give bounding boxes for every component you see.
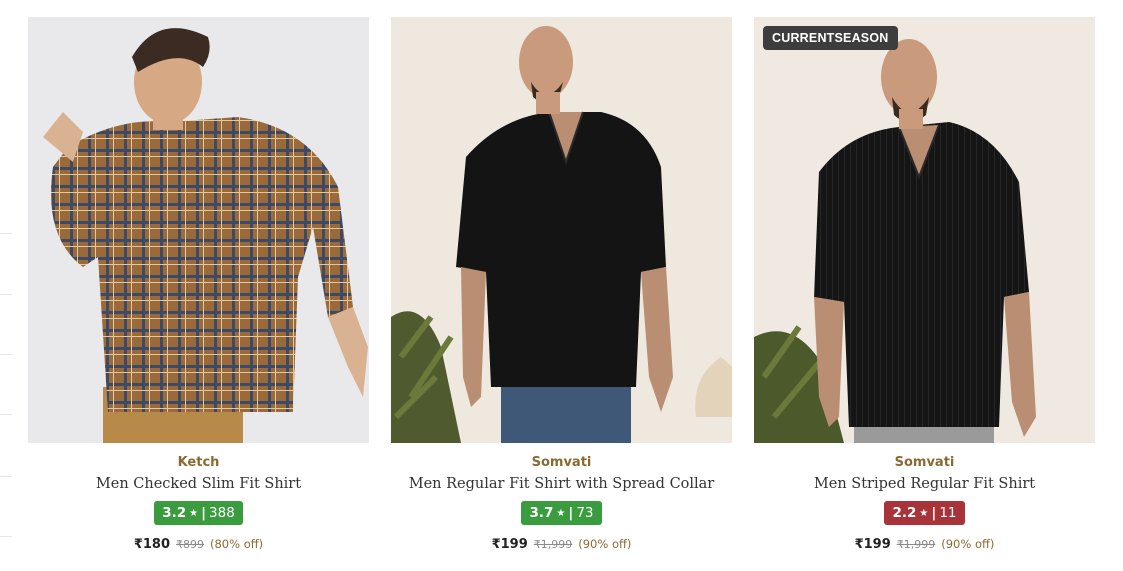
selling-price: ₹199	[854, 537, 891, 552]
review-count: 11	[939, 505, 957, 521]
edge-divider	[0, 414, 12, 415]
product-name[interactable]: Men Striped Regular Fit Shirt	[754, 476, 1095, 492]
edge-divider	[0, 233, 12, 234]
star-icon: ★	[189, 507, 199, 519]
rating-value: 2.2	[892, 505, 917, 521]
product-grid: Ketch Men Checked Slim Fit Shirt 3.2 ★ |…	[28, 17, 1095, 552]
discount-label: (90% off)	[941, 537, 995, 551]
season-badge: CURRENTSEASON	[763, 26, 898, 50]
rating-separator: |	[568, 505, 574, 521]
mrp-price: ₹1,999	[896, 538, 936, 551]
product-brand[interactable]: Somvati	[391, 455, 732, 470]
review-count: 388	[209, 505, 235, 521]
product-photo-striped-shirt	[754, 17, 1095, 443]
product-brand[interactable]: Somvati	[754, 455, 1095, 470]
selling-price: ₹180	[133, 537, 171, 552]
rating-value: 3.7	[529, 505, 554, 521]
product-image[interactable]: CURRENTSEASON	[754, 17, 1095, 443]
product-name[interactable]: Men Regular Fit Shirt with Spread Collar	[391, 476, 732, 492]
price-row: ₹199 ₹1,999 (90% off)	[391, 536, 732, 552]
product-card[interactable]: Somvati Men Regular Fit Shirt with Sprea…	[391, 17, 732, 552]
review-count: 73	[576, 505, 594, 521]
star-icon: ★	[556, 507, 566, 519]
mrp-price: ₹1,999	[533, 538, 573, 551]
selling-price: ₹199	[491, 537, 528, 552]
discount-label: (80% off)	[210, 537, 264, 551]
rating-badge[interactable]: 3.2 ★ | 388	[154, 501, 243, 525]
edge-divider	[0, 354, 12, 355]
edge-divider	[0, 294, 12, 295]
price-row: ₹180 ₹899 (80% off)	[28, 536, 369, 552]
product-image[interactable]	[391, 17, 732, 443]
star-icon: ★	[919, 507, 929, 519]
edge-divider	[0, 536, 12, 537]
discount-label: (90% off)	[578, 537, 632, 551]
mrp-price: ₹899	[176, 538, 205, 551]
product-card[interactable]: CURRENTSEASON Somvati Men Striped Regula…	[754, 17, 1095, 552]
product-card[interactable]: Ketch Men Checked Slim Fit Shirt 3.2 ★ |…	[28, 17, 369, 552]
product-brand[interactable]: Ketch	[28, 455, 369, 470]
product-photo-checked-shirt	[28, 17, 369, 443]
rating-value: 3.2	[162, 505, 187, 521]
price-row: ₹199 ₹1,999 (90% off)	[754, 536, 1095, 552]
product-image[interactable]	[28, 17, 369, 443]
rating-separator: |	[201, 505, 207, 521]
rating-badge[interactable]: 2.2 ★ | 11	[884, 501, 965, 525]
product-photo-black-shirt	[391, 17, 732, 443]
rating-badge[interactable]: 3.7 ★ | 73	[521, 501, 602, 525]
rating-separator: |	[931, 505, 937, 521]
product-name[interactable]: Men Checked Slim Fit Shirt	[28, 476, 369, 492]
edge-divider	[0, 476, 12, 477]
